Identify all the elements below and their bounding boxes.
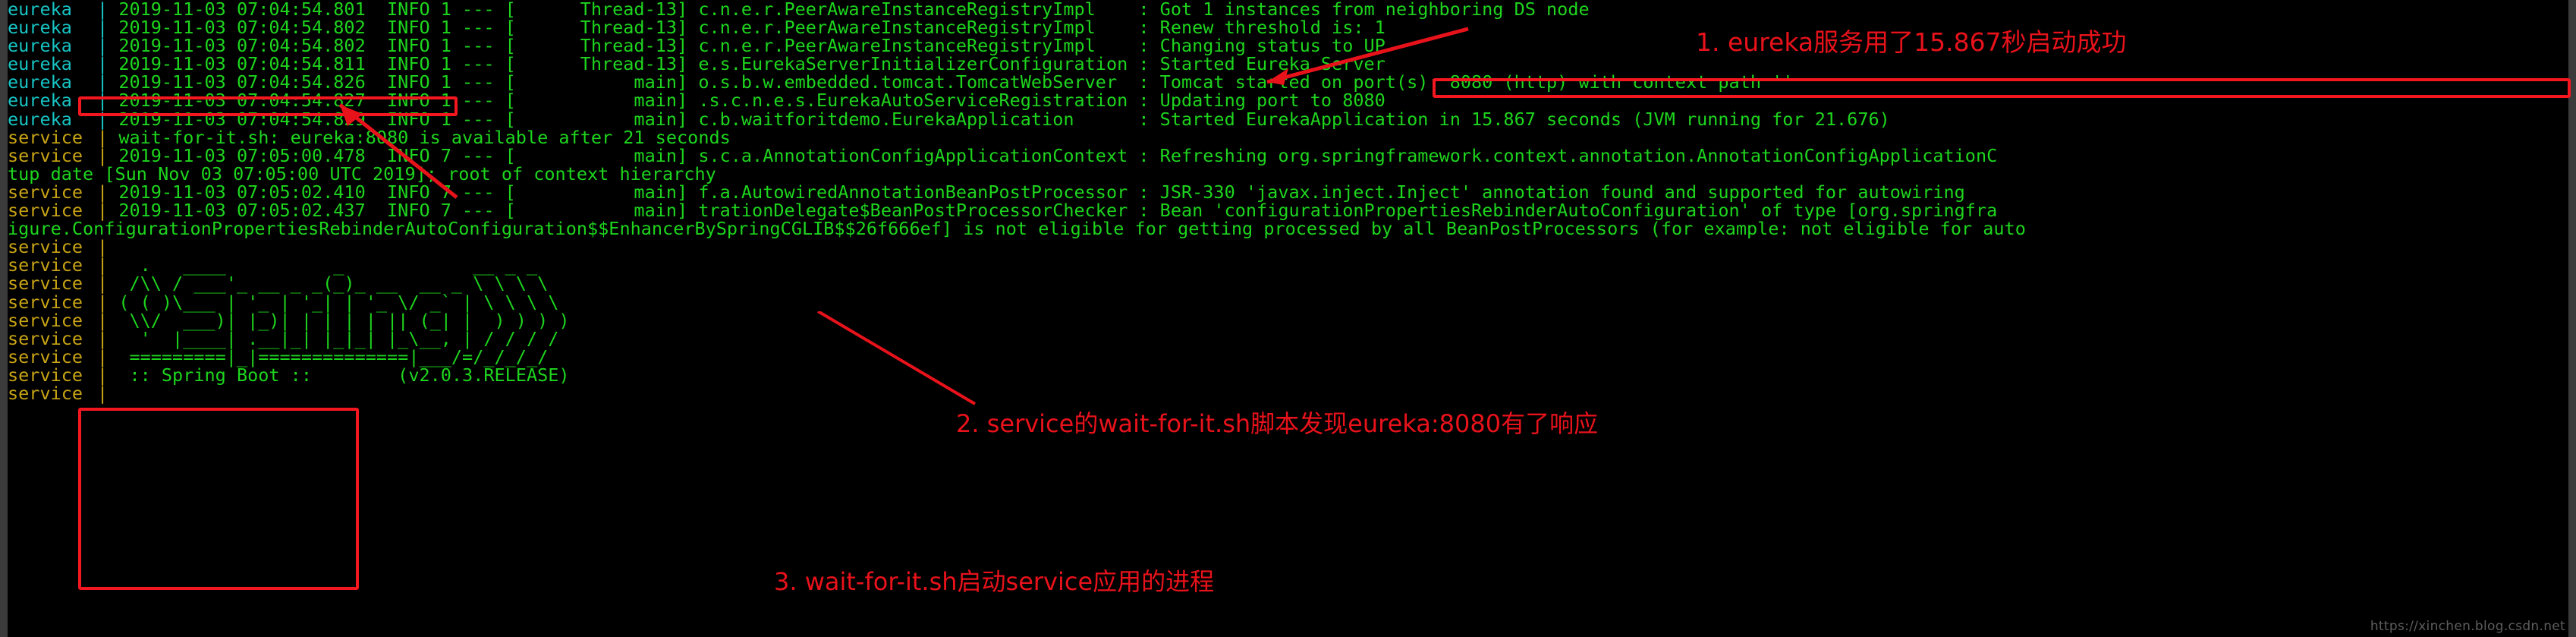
log-line-service-label: eureka: [8, 53, 72, 75]
log-line: service | . ____ _ __ _ _: [8, 256, 2026, 274]
log-line: service | :: Spring Boot :: (v2.0.3.RELEA…: [8, 366, 2026, 384]
log-line: service | wait-for-it.sh: eureka:8080 is …: [8, 128, 2026, 147]
log-line-service-label: service: [8, 181, 83, 203]
log-line: service | ' |____| .__|_| |_|_| |_\__, | …: [8, 330, 2026, 348]
log-line: service | 2019-11-03 07:05:00.478 INFO 7 …: [8, 147, 2026, 165]
log-line-service-label: eureka: [8, 71, 72, 93]
log-line-service-label: service: [8, 200, 83, 222]
log-output: eureka | 2019-11-03 07:04:54.801 INFO 1 -…: [8, 0, 2026, 402]
log-line-wrapped-continuation: igure.ConfigurationPropertiesRebinderAut…: [8, 218, 2026, 240]
log-line-service-label: service: [8, 309, 83, 331]
log-line: eureka | 2019-11-03 07:04:54.801 INFO 1 -…: [8, 0, 2026, 18]
log-line: service | \\/ ___)| |_)| | | | | || (_| |…: [8, 309, 2026, 331]
terminal-screenshot: eureka | 2019-11-03 07:04:54.801 INFO 1 -…: [0, 0, 2576, 637]
log-line-service-label: service: [8, 236, 83, 258]
terminal-right-gutter: [2568, 0, 2576, 637]
log-line-service-label: service: [8, 327, 83, 349]
annotation-note-3: 3. wait-for-it.sh启动service应用的进程: [774, 567, 1215, 596]
log-line-service-label: eureka: [8, 108, 72, 130]
log-line: tup date [Sun Nov 03 07:05:00 UTC 2019];…: [8, 165, 2026, 183]
log-line-service-label: eureka: [8, 17, 72, 39]
log-line: service | =========|_|==============|___/…: [8, 348, 2026, 366]
watermark: https://xinchen.blog.csdn.net: [2370, 619, 2565, 634]
log-line: service | ( ( )\___ | '_ | '_| | '_ \/ _`…: [8, 291, 2026, 313]
log-line: service |: [8, 384, 2026, 402]
log-line-separator: |: [97, 382, 109, 404]
log-line-service-label: service: [8, 291, 83, 313]
log-line-service-label: eureka: [8, 90, 72, 112]
log-line-service-label: service: [8, 382, 83, 404]
terminal-left-gutter: [0, 0, 8, 637]
annotation-note-1: 1. eureka服务用了15.867秒启动成功: [1696, 27, 2127, 57]
log-line-service-label: service: [8, 144, 83, 166]
log-line: service | 2019-11-03 07:05:02.437 INFO 7 …: [8, 201, 2026, 219]
log-line: service | /\\ / ___'_ __ _ _(_)_ __ __ _ …: [8, 274, 2026, 292]
log-line-service-label: service: [8, 345, 83, 367]
log-line-service-label: service: [8, 364, 83, 386]
highlight-box-spring-boot-banner: [78, 408, 359, 590]
log-line: igure.ConfigurationPropertiesRebinderAut…: [8, 219, 2026, 238]
log-line: eureka | 2019-11-03 07:04:54.827 INFO 1 -…: [8, 91, 2026, 109]
log-line: eureka | 2019-11-03 07:04:54.826 INFO 1 -…: [8, 73, 2026, 91]
log-line-message: :: Spring Boot :: (v2.0.3.RELEASE): [118, 364, 570, 386]
log-line: eureka | 2019-11-03 07:04:54.829 INFO 1 -…: [8, 108, 2026, 130]
log-line-service-label: service: [8, 273, 83, 295]
annotation-note-2: 2. service的wait-for-it.sh脚本发现eureka:8080…: [956, 409, 1599, 438]
log-line-service-label: eureka: [8, 0, 72, 20]
log-line-service-label: service: [8, 126, 83, 148]
log-line: service |: [8, 238, 2026, 256]
log-line: service | 2019-11-03 07:05:02.410 INFO 7 …: [8, 183, 2026, 201]
log-line-service-label: service: [8, 254, 83, 276]
log-line-service-label: eureka: [8, 35, 72, 57]
